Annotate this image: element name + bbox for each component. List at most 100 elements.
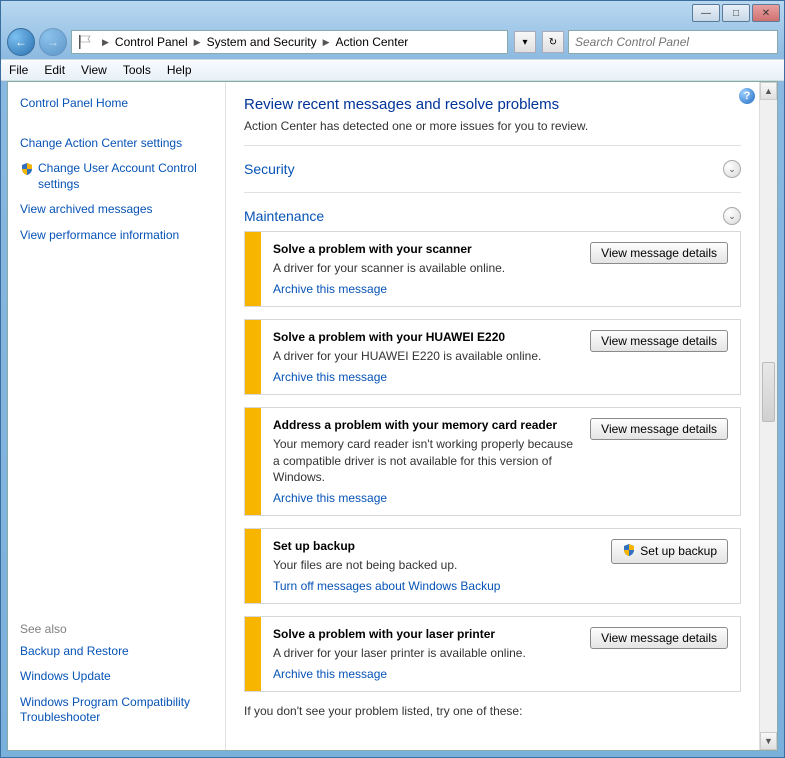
page-subtitle: Action Center has detected one or more i… <box>244 119 741 133</box>
vertical-scrollbar[interactable]: ▲ ▼ <box>759 82 777 750</box>
warning-stripe <box>245 408 261 515</box>
message-card: Solve a problem with your scanner A drive… <box>244 231 741 307</box>
message-description: A driver for your scanner is available o… <box>273 260 580 276</box>
sidebar-link-backup-restore[interactable]: Backup and Restore <box>20 644 213 660</box>
messages-list: Solve a problem with your scanner A drive… <box>244 231 741 692</box>
button-label: View message details <box>601 631 717 645</box>
divider <box>244 192 741 193</box>
sidebar-link-home[interactable]: Control Panel Home <box>20 96 213 112</box>
warning-stripe <box>245 529 261 603</box>
message-action-button[interactable]: View message details <box>590 627 728 649</box>
breadcrumb-action-center[interactable]: Action Center <box>334 35 411 49</box>
message-link[interactable]: Archive this message <box>273 370 580 384</box>
message-title: Address a problem with your memory card … <box>273 418 580 432</box>
chevron-down-icon: ⌄ <box>728 211 736 222</box>
warning-stripe <box>245 232 261 306</box>
message-description: Your files are not being backed up. <box>273 557 601 573</box>
page-heading: Review recent messages and resolve probl… <box>244 96 741 113</box>
breadcrumb-system-security[interactable]: System and Security <box>205 35 319 49</box>
menu-help[interactable]: Help <box>167 63 192 77</box>
message-body: Solve a problem with your HUAWEI E220 A d… <box>261 320 740 394</box>
message-card: Set up backup Your files are not being ba… <box>244 528 741 604</box>
message-link[interactable]: Archive this message <box>273 667 580 681</box>
address-bar[interactable]: ▶ Control Panel ▶ System and Security ▶ … <box>71 30 508 54</box>
scroll-down-button[interactable]: ▼ <box>760 732 777 750</box>
button-label: View message details <box>601 422 717 436</box>
see-also-header: See also <box>20 622 213 636</box>
search-input[interactable] <box>568 30 778 54</box>
footer-note: If you don't see your problem listed, tr… <box>244 704 741 718</box>
message-body: Address a problem with your memory card … <box>261 408 740 515</box>
see-also-section: See also Backup and Restore Windows Upda… <box>20 622 213 736</box>
menu-view[interactable]: View <box>81 63 107 77</box>
refresh-icon: ↻ <box>549 37 557 48</box>
back-icon: ← <box>15 35 27 49</box>
refresh-button[interactable]: ↻ <box>542 31 564 53</box>
titlebar: — □ ✕ <box>1 1 784 25</box>
chevron-right-icon: ▶ <box>190 37 205 48</box>
sidebar-link-performance[interactable]: View performance information <box>20 228 213 244</box>
message-action-button[interactable]: View message details <box>590 418 728 440</box>
message-link[interactable]: Archive this message <box>273 491 580 505</box>
message-description: A driver for your HUAWEI E220 is availab… <box>273 348 580 364</box>
message-body: Solve a problem with your scanner A drive… <box>261 232 740 306</box>
maintenance-section-header[interactable]: Maintenance ⌄ <box>244 201 741 231</box>
warning-stripe <box>245 617 261 691</box>
expand-security-button[interactable]: ⌄ <box>723 160 741 178</box>
button-label: Set up backup <box>640 544 717 558</box>
message-body: Set up backup Your files are not being ba… <box>261 529 740 603</box>
breadcrumb-control-panel[interactable]: Control Panel <box>113 35 190 49</box>
message-card: Solve a problem with your HUAWEI E220 A d… <box>244 319 741 395</box>
message-action-button[interactable]: View message details <box>590 242 728 264</box>
message-description: A driver for your laser printer is avail… <box>273 645 580 661</box>
message-title: Solve a problem with your laser printer <box>273 627 580 641</box>
message-action-button[interactable]: View message details <box>590 330 728 352</box>
expand-maintenance-button[interactable]: ⌄ <box>723 207 741 225</box>
message-title: Set up backup <box>273 539 601 553</box>
menu-edit[interactable]: Edit <box>44 63 65 77</box>
nav-toolbar: ← → ▶ Control Panel ▶ System and Securit… <box>1 25 784 59</box>
scroll-up-button[interactable]: ▲ <box>760 82 777 100</box>
chevron-down-icon: ⌄ <box>728 164 736 175</box>
sidebar-link-change-uac[interactable]: Change User Account Control settings <box>38 161 213 192</box>
uac-shield-icon <box>622 543 636 560</box>
message-card: Solve a problem with your laser printer A… <box>244 616 741 692</box>
sidebar-link-change-ac-settings[interactable]: Change Action Center settings <box>20 136 213 152</box>
message-action-button[interactable]: Set up backup <box>611 539 728 564</box>
menu-tools[interactable]: Tools <box>123 63 151 77</box>
close-button[interactable]: ✕ <box>752 4 780 22</box>
window-frame: — □ ✕ ← → ▶ Control Panel ▶ System and S… <box>0 0 785 758</box>
maintenance-title: Maintenance <box>244 208 324 224</box>
main-panel: ? Review recent messages and resolve pro… <box>226 82 777 750</box>
menu-file[interactable]: File <box>9 63 28 77</box>
message-card: Address a problem with your memory card … <box>244 407 741 516</box>
sidebar-link-windows-update[interactable]: Windows Update <box>20 669 213 685</box>
content-pane: Control Panel Home Change Action Center … <box>7 81 778 751</box>
forward-icon: → <box>47 35 59 49</box>
divider <box>244 145 741 146</box>
uac-shield-icon <box>20 162 34 176</box>
menu-bar: File Edit View Tools Help <box>1 59 784 81</box>
message-description: Your memory card reader isn't working pr… <box>273 436 580 485</box>
address-dropdown-button[interactable]: ▾ <box>514 31 536 53</box>
message-link[interactable]: Turn off messages about Windows Backup <box>273 579 601 593</box>
chevron-right-icon: ▶ <box>319 37 334 48</box>
forward-button[interactable]: → <box>39 28 67 56</box>
button-label: View message details <box>601 334 717 348</box>
chevron-down-icon: ▾ <box>522 37 527 48</box>
maximize-button[interactable]: □ <box>722 4 750 22</box>
back-button[interactable]: ← <box>7 28 35 56</box>
sidebar-link-compat-troubleshooter[interactable]: Windows Program Compatibility Troublesho… <box>20 695 213 726</box>
chevron-right-icon: ▶ <box>98 37 113 48</box>
security-title: Security <box>244 161 295 177</box>
sidebar-link-archived[interactable]: View archived messages <box>20 202 213 218</box>
minimize-button[interactable]: — <box>692 4 720 22</box>
security-section-header[interactable]: Security ⌄ <box>244 154 741 184</box>
warning-stripe <box>245 320 261 394</box>
scroll-thumb[interactable] <box>762 362 775 422</box>
message-title: Solve a problem with your scanner <box>273 242 580 256</box>
sidebar: Control Panel Home Change Action Center … <box>8 82 226 750</box>
message-link[interactable]: Archive this message <box>273 282 580 296</box>
message-body: Solve a problem with your laser printer A… <box>261 617 740 691</box>
message-title: Solve a problem with your HUAWEI E220 <box>273 330 580 344</box>
